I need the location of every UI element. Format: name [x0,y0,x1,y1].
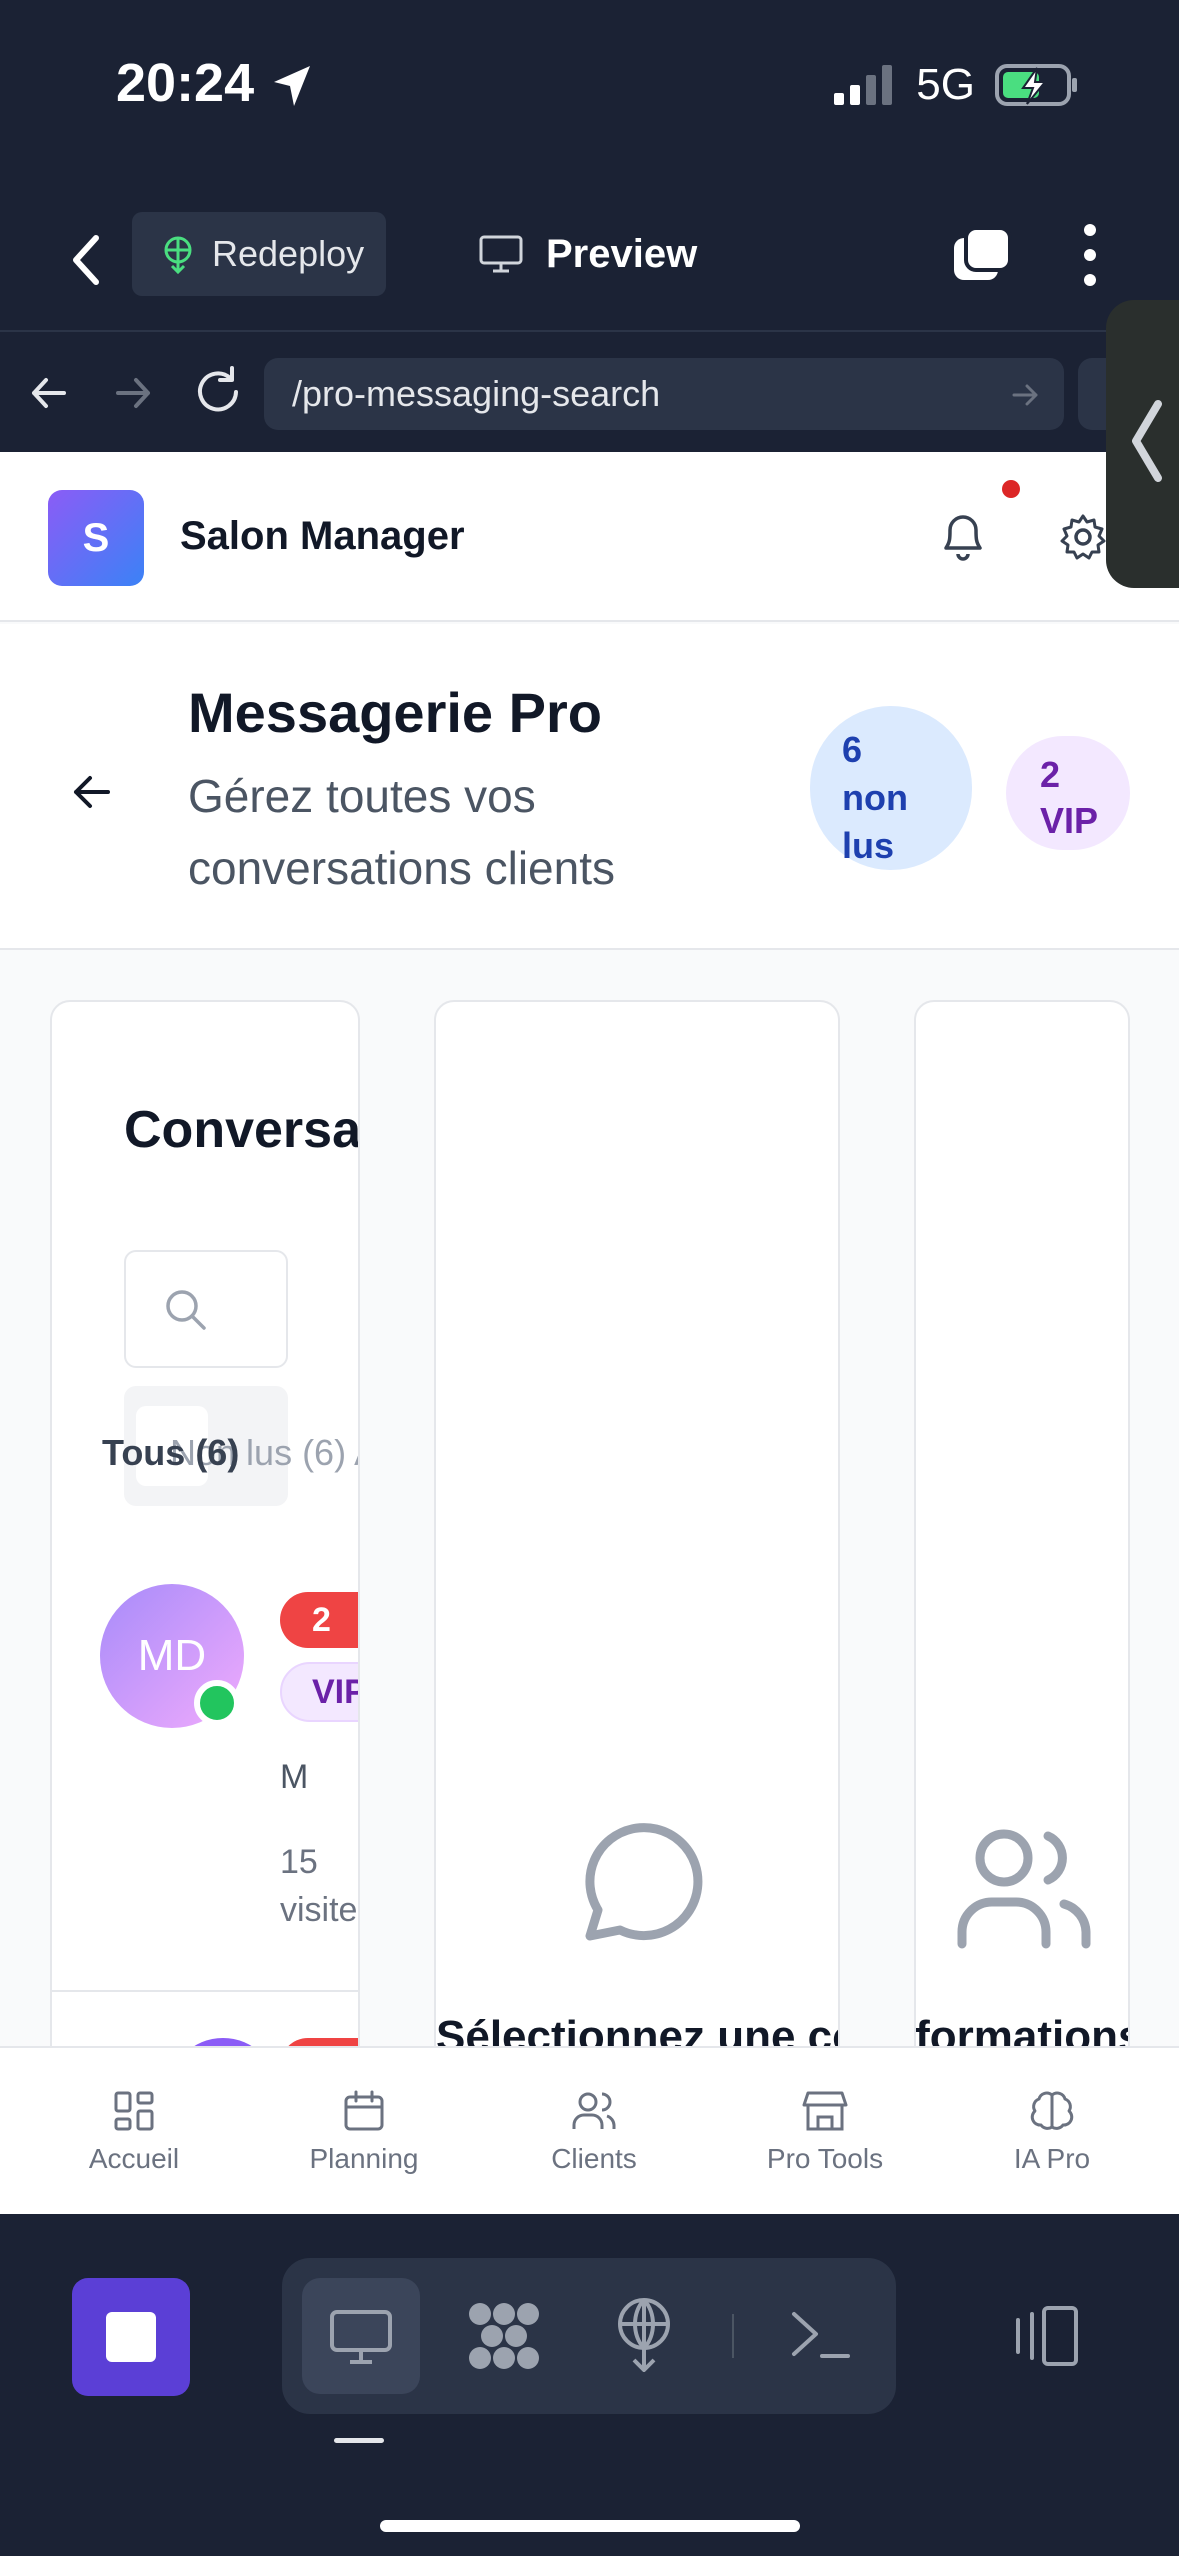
status-bar: 20:24 5G [0,0,1179,180]
signal-icon [834,65,893,105]
deploy-globe-icon[interactable] [614,2298,674,2372]
conversation-name[interactable]: M [280,1758,308,1797]
brain-icon [1030,2091,1074,2130]
side-panel-handle[interactable] [1106,300,1179,588]
stop-button[interactable] [72,2278,190,2396]
tool-group [282,2258,896,2414]
status-time: 20:24 [116,53,255,113]
preview-label: Preview [546,231,698,276]
info-panel: Informations [914,1000,1130,2214]
vip-count-badge: 2 VIP [1006,736,1130,850]
unread-count-badge: 6 non lus [810,706,972,870]
tool-separator [732,2314,734,2358]
monitor-icon [330,2310,392,2364]
bell-icon[interactable] [938,510,988,564]
search-input[interactable] [124,1250,288,1368]
deploy-globe-icon [164,236,192,274]
monitor-icon [479,235,523,273]
store-icon [802,2091,848,2131]
users-icon [957,1829,1091,1949]
page-subtitle: Gérez toutes vos conversations clients [188,770,615,894]
unread-badge: 2 [280,1592,358,1648]
nav-label: Pro Tools [766,2143,884,2174]
nav-label: Planning [309,2143,419,2174]
app-name: Salon Manager [180,514,465,558]
web-viewport: S Salon Manager Messagerie Pro Gérez tou… [0,452,1179,2214]
reload-icon[interactable] [190,364,246,420]
message-bubble-icon [585,1823,703,1941]
device-toolbar [0,2214,1179,2556]
nodes-icon[interactable] [466,2300,542,2372]
nav-label: IA Pro [1013,2143,1091,2174]
nav-planning[interactable]: Planning [294,2048,434,2214]
url-field[interactable]: /pro-messaging-search [264,358,1064,430]
location-arrow-icon [274,66,310,106]
vip-badge: VIP [280,1662,358,1722]
url-row: /pro-messaging-search [0,330,1179,452]
nav-label: Clients [551,2143,637,2174]
conversations-title: Conversations [124,1101,360,1159]
gear-icon[interactable] [1058,512,1108,562]
notification-dot [1002,480,1020,498]
nav-ia-pro[interactable]: IA Pro [982,2048,1122,2214]
redeploy-label: Redeploy [212,233,365,274]
arrow-left-icon[interactable] [24,368,74,418]
app-logo[interactable]: S [48,490,144,586]
status-indicators: 5G [832,60,1079,110]
nav-pro-tools[interactable]: Pro Tools [740,2048,910,2214]
preview-button[interactable]: Preview [478,212,697,296]
preview-tool-button[interactable] [302,2278,420,2394]
home-indicator[interactable] [380,2520,800,2532]
calendar-icon [344,2090,384,2131]
nav-label: Accueil [88,2143,180,2174]
app-header: S Salon Manager [0,452,1179,622]
stop-icon [106,2312,156,2362]
page-title: Messagerie Pro [188,681,602,744]
conversations-panel: Conversations Non lus (6) Archivés Tous … [50,1000,360,2214]
bottom-navigation: Accueil Planning Clients Pro Tools IA Pr… [0,2046,1179,2214]
redeploy-button[interactable]: Redeploy [132,212,386,296]
filter-tab-all[interactable]: Tous (6) [102,1432,239,1474]
tabs-icon[interactable] [950,224,1014,284]
back-chevron-icon[interactable] [62,230,112,290]
active-tool-indicator [334,2438,384,2443]
more-vertical-icon[interactable] [1070,220,1110,290]
row-divider [52,1990,358,1992]
arrow-right-icon[interactable] [108,368,158,418]
browser-toolbar: Redeploy Preview [0,200,1179,330]
nav-clients[interactable]: Clients [524,2048,664,2214]
online-status-dot [194,1680,240,1726]
grid-icon [114,2091,154,2131]
users-icon [572,2092,616,2129]
url-text: /pro-messaging-search [292,373,661,414]
arrow-left-icon[interactable] [70,772,114,812]
nav-accueil[interactable]: Accueil [64,2048,204,2214]
chat-panel: Sélectionnez une conversation [434,1000,840,2214]
battery-charging-icon [995,64,1077,106]
network-label: 5G [916,60,975,109]
page-header: Messagerie Pro Gérez toutes vos conversa… [0,624,1179,950]
terminal-icon[interactable] [788,2306,852,2362]
search-icon [166,1290,206,1330]
go-arrow-icon[interactable] [1008,378,1042,412]
split-view-icon[interactable] [1010,2304,1082,2368]
conversation-visits: 15 visites [280,1843,358,1929]
chevron-left-icon [1132,400,1162,482]
